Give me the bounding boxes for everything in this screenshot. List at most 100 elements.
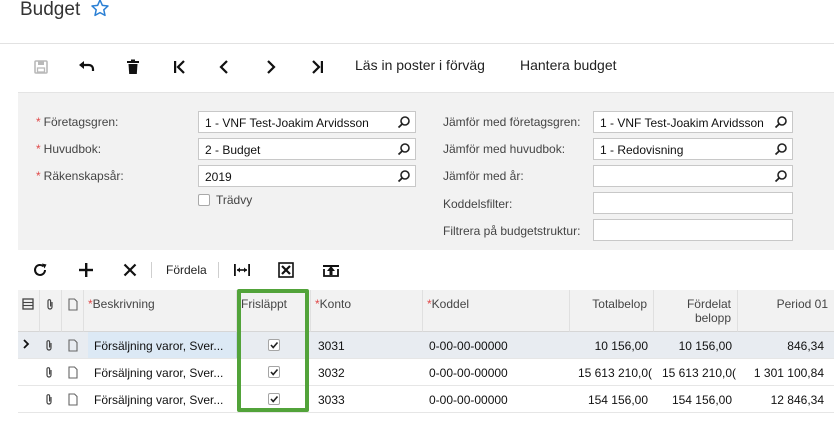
ledger-field[interactable]: 2 - Budget — [198, 138, 416, 160]
header-period01[interactable]: Period 01 — [738, 290, 834, 332]
export-excel-button[interactable] — [275, 259, 297, 281]
preload-records-button[interactable]: Läs in poster i förväg — [355, 57, 485, 73]
paperclip-icon[interactable] — [44, 332, 62, 358]
row-selected-indicator — [22, 332, 40, 358]
page-title: Budget — [20, 0, 81, 20]
compare-branch-field[interactable]: 1 - VNF Test-Joakim Arvidsson — [593, 111, 793, 133]
save-button[interactable] — [28, 55, 54, 79]
compare-branch-label: Jämför med företagsgren: — [443, 115, 581, 129]
search-icon[interactable] — [397, 142, 411, 156]
fit-columns-icon — [234, 264, 250, 276]
subaccount-cell[interactable]: 0-00-00-00000 — [429, 332, 569, 358]
table-row[interactable]: Försäljning varor, Sver... 3033 0-00-00-… — [18, 386, 834, 413]
first-record-button[interactable] — [167, 55, 193, 79]
refresh-icon — [34, 263, 47, 276]
undo-icon — [79, 61, 95, 71]
subaccount-filter-field[interactable] — [593, 192, 793, 214]
note-icon — [68, 298, 78, 311]
search-icon[interactable] — [397, 115, 411, 129]
released-checkbox[interactable] — [268, 393, 280, 405]
header-released[interactable]: Frisläppt — [237, 290, 311, 332]
branch-field[interactable]: 1 - VNF Test-Joakim Arvidsson — [198, 111, 416, 133]
total-cell[interactable]: 154 156,00 — [570, 386, 654, 412]
upload-button[interactable] — [320, 259, 342, 281]
header-description[interactable]: *Beskrivning — [84, 290, 237, 332]
fit-columns-button[interactable] — [231, 259, 253, 281]
next-icon — [267, 60, 276, 74]
note-icon[interactable] — [68, 332, 84, 358]
account-cell[interactable]: 3033 — [318, 386, 418, 412]
subaccount-cell[interactable]: 0-00-00-00000 — [429, 359, 569, 385]
header-attachment — [40, 290, 62, 332]
period01-cell[interactable]: 846,34 — [738, 332, 830, 358]
released-checkbox[interactable] — [268, 366, 280, 378]
compare-year-label: Jämför med år: — [443, 169, 524, 183]
account-cell[interactable]: 3031 — [318, 332, 418, 358]
table-row[interactable]: Försäljning varor, Sver... 3032 0-00-00-… — [18, 359, 834, 386]
add-row-button[interactable] — [75, 259, 97, 281]
refresh-button[interactable] — [29, 259, 51, 281]
budget-structure-filter-field[interactable] — [593, 219, 793, 241]
chevron-right-icon — [23, 339, 30, 349]
close-icon — [123, 263, 137, 277]
distributed-cell[interactable]: 154 156,00 — [654, 386, 738, 412]
form-area: * Företagsgren: 1 - VNF Test-Joakim Arvid… — [18, 92, 834, 250]
header-note — [62, 290, 84, 332]
save-icon — [34, 60, 48, 74]
grid-toolbar: Fördela — [18, 250, 834, 290]
manage-budget-button[interactable]: Hantera budget — [520, 57, 617, 73]
description-cell[interactable]: Försäljning varor, Sver... — [88, 359, 237, 385]
description-cell[interactable]: Försäljning varor, Sver... — [88, 332, 237, 358]
fiscal-year-field[interactable]: 2019 — [198, 165, 416, 187]
search-icon[interactable] — [774, 142, 788, 156]
distributed-cell[interactable]: 15 613 210,0( — [654, 359, 738, 385]
period01-cell[interactable]: 12 846,34 — [738, 386, 830, 412]
ledger-label: * Huvudbok: — [36, 142, 102, 156]
header-account[interactable]: *Konto — [311, 290, 423, 332]
subaccount-filter-label: Koddelsfilter: — [443, 197, 513, 211]
header-total[interactable]: Totalbelop — [570, 290, 654, 332]
paperclip-icon — [47, 299, 53, 310]
subaccount-cell[interactable]: 0-00-00-00000 — [429, 386, 569, 412]
header-distributed[interactable]: Fördelat belopp — [654, 290, 738, 332]
total-cell[interactable]: 10 156,00 — [570, 332, 654, 358]
tree-view-checkbox[interactable] — [198, 194, 210, 206]
title-bar: Budget — [0, 0, 834, 44]
delete-button[interactable] — [120, 55, 146, 79]
compare-year-field[interactable] — [593, 165, 793, 187]
period01-cell[interactable]: 1 301 100,84 — [738, 359, 830, 385]
branch-label: * Företagsgren: — [36, 115, 119, 129]
distributed-cell[interactable]: 10 156,00 — [654, 332, 738, 358]
star-outline-icon[interactable] — [90, 0, 110, 18]
compare-ledger-field[interactable]: 1 - Redovisning — [593, 138, 793, 160]
paperclip-icon[interactable] — [44, 386, 62, 412]
next-button[interactable] — [258, 55, 284, 79]
note-icon[interactable] — [68, 386, 84, 412]
header-subaccount[interactable]: *Koddel — [423, 290, 570, 332]
trash-icon — [127, 59, 139, 74]
undo-button[interactable] — [74, 55, 100, 79]
remove-row-button[interactable] — [119, 259, 141, 281]
paperclip-icon[interactable] — [44, 359, 62, 385]
budget-structure-filter-label: Filtrera på budgetstruktur: — [443, 224, 581, 238]
last-record-icon — [312, 60, 323, 74]
note-icon[interactable] — [68, 359, 84, 385]
search-icon[interactable] — [774, 115, 788, 129]
search-icon[interactable] — [397, 169, 411, 183]
released-checkbox[interactable] — [268, 339, 280, 351]
tree-view-label: Trädvy — [216, 193, 253, 207]
distribute-button[interactable]: Fördela — [166, 263, 207, 277]
table-row[interactable]: Försäljning varor, Sver... 3031 0-00-00-… — [18, 332, 834, 359]
tree-view-toggle[interactable]: Trädvy — [198, 193, 252, 207]
excel-export-icon — [278, 262, 294, 278]
search-icon[interactable] — [774, 169, 788, 183]
previous-button[interactable] — [211, 55, 237, 79]
last-record-button[interactable] — [304, 55, 330, 79]
separator — [151, 262, 152, 278]
total-cell[interactable]: 15 613 210,0( — [570, 359, 654, 385]
first-record-icon — [174, 60, 185, 74]
account-cell[interactable]: 3032 — [318, 359, 418, 385]
budget-grid: *Beskrivning Frisläppt *Konto *Koddel To… — [18, 290, 834, 432]
header-row-selector[interactable] — [18, 290, 40, 332]
description-cell[interactable]: Försäljning varor, Sver... — [88, 386, 237, 412]
